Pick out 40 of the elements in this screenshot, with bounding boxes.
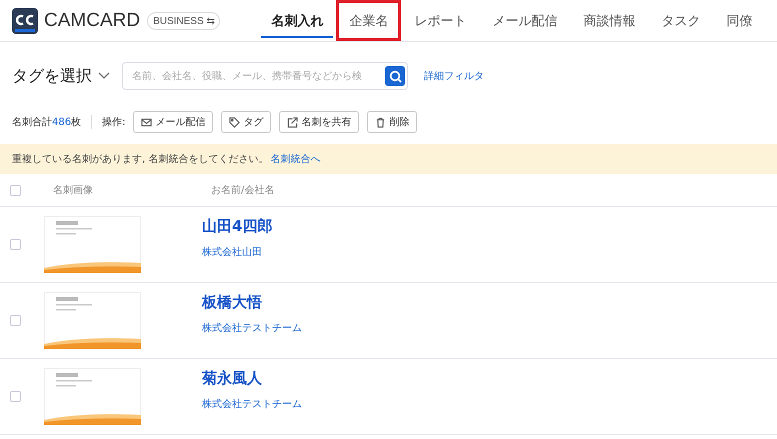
contact-name[interactable]: 菊永風人 <box>202 369 777 388</box>
share-icon <box>287 116 298 128</box>
logo-icon <box>12 8 38 34</box>
row-checkbox[interactable] <box>10 391 21 402</box>
nav-tab[interactable]: レポート <box>401 0 480 41</box>
nav-tab[interactable]: タスク <box>648 0 714 41</box>
column-header: お名前/会社名 <box>211 184 276 197</box>
search-field[interactable]: 名前、会社名、役職、メール、携帯番号などから検 <box>122 62 408 90</box>
edition-label: BUSINESS ⇆ <box>147 12 220 30</box>
delete-button[interactable]: 削除 <box>367 111 418 133</box>
tag-icon <box>229 116 240 128</box>
nav-tab[interactable]: メール配信 <box>479 0 570 41</box>
nav-tab[interactable]: 商談情報 <box>570 0 648 41</box>
row-checkbox[interactable] <box>10 315 21 326</box>
operations-label: 操作: <box>102 116 126 129</box>
select-all-checkbox[interactable] <box>10 184 21 196</box>
mail-icon <box>141 116 152 128</box>
merge-link[interactable]: 名刺統合へ <box>270 152 320 166</box>
tag-select[interactable]: タグを選択 <box>12 66 110 86</box>
column-header: 名刺画像 <box>53 184 94 197</box>
nav-tab[interactable]: 企業名 <box>336 0 402 41</box>
tag-button[interactable]: タグ <box>221 111 272 133</box>
advanced-filter-link[interactable]: 詳細フィルタ <box>424 69 484 83</box>
nav-tab[interactable]: 名刺入れ <box>258 0 336 41</box>
share-button[interactable]: 名刺を共有 <box>279 111 360 133</box>
brand-name: CAMCARD <box>44 10 140 32</box>
contact-name[interactable]: 山田4四郎 <box>202 217 777 236</box>
nav-tab[interactable]: 同僚 <box>713 0 766 41</box>
company-name[interactable]: 株式会社山田 <box>202 245 777 259</box>
search-button[interactable] <box>385 66 405 86</box>
contact-name[interactable]: 板橋大悟 <box>202 293 777 312</box>
mail-button[interactable]: メール配信 <box>133 111 214 133</box>
search-icon <box>388 70 402 82</box>
company-name[interactable]: 株式会社テストチーム <box>202 397 777 411</box>
chevron-down-icon <box>98 72 110 80</box>
company-name[interactable]: 株式会社テストチーム <box>202 321 777 335</box>
row-checkbox[interactable] <box>10 239 21 250</box>
trash-icon <box>375 116 386 128</box>
card-total: 名刺合計486枚 <box>12 116 82 129</box>
notice-text: 重複している名刺があります, 名刺統合をしてください。 <box>12 152 268 166</box>
